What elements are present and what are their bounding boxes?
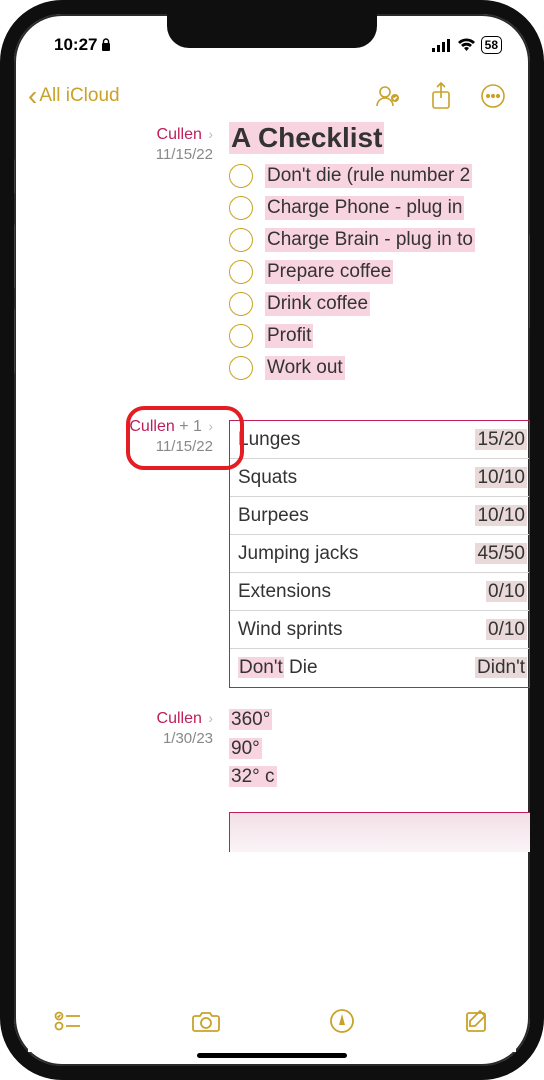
table-partial[interactable] — [229, 812, 530, 852]
markup-icon[interactable] — [329, 1008, 355, 1034]
entry-date: 11/15/22 — [14, 146, 213, 163]
checkbox-icon[interactable] — [229, 324, 253, 348]
wifi-icon — [457, 38, 476, 52]
chevron-left-icon: ‹ — [28, 80, 37, 112]
entry-date: 1/30/23 — [14, 730, 213, 747]
activity-attribution[interactable]: Cullen › 1/30/23 — [14, 706, 229, 852]
checklist-item[interactable]: Work out — [229, 356, 530, 380]
checklist-item[interactable]: Charge Brain - plug in to — [229, 228, 530, 252]
checkbox-icon[interactable] — [229, 260, 253, 284]
activity-attribution-highlighted[interactable]: Cullen + 1 › 11/15/22 — [14, 416, 229, 688]
checklist-item[interactable]: Prepare coffee — [229, 260, 530, 284]
checkbox-icon[interactable] — [229, 356, 253, 380]
checklist-icon[interactable] — [54, 1010, 82, 1032]
chevron-right-icon: › — [208, 710, 213, 726]
chevron-right-icon: › — [208, 418, 213, 434]
table-row[interactable]: Lunges15/20 — [230, 421, 529, 459]
signal-icon — [432, 39, 452, 52]
author-name: Cullen — [129, 418, 174, 435]
home-indicator[interactable] — [197, 1053, 347, 1058]
table-row[interactable]: Jumping jacks45/50 — [230, 535, 529, 573]
battery-indicator: 58 — [481, 36, 502, 54]
table-row[interactable]: Extensions0/10 — [230, 573, 529, 611]
phone-frame: 10:27 58 ‹ All iCloud Cullen › — [0, 0, 544, 1080]
note-heading[interactable]: A Checklist — [229, 122, 384, 154]
note-content: Cullen › 11/15/22 A Checklist Don't die … — [14, 122, 530, 864]
checkbox-icon[interactable] — [229, 228, 253, 252]
additional-editors: + 1 — [179, 418, 202, 435]
checkbox-icon[interactable] — [229, 164, 253, 188]
checklist-item[interactable]: Profit — [229, 324, 530, 348]
checkbox-icon[interactable] — [229, 292, 253, 316]
notch — [167, 14, 377, 48]
author-name: Cullen — [157, 710, 202, 727]
more-icon[interactable] — [480, 83, 506, 109]
chevron-right-icon: › — [208, 126, 213, 142]
table-row[interactable]: Burpees10/10 — [230, 497, 529, 535]
camera-icon[interactable] — [191, 1009, 221, 1033]
workout-table[interactable]: Lunges15/20 Squats10/10 Burpees10/10 Jum… — [229, 420, 530, 688]
status-time: 10:27 — [54, 35, 97, 55]
lock-icon — [101, 38, 111, 52]
checklist: Don't die (rule number 2 Charge Phone - … — [229, 164, 530, 380]
temperature-list[interactable]: 360° 90° 32° c — [229, 706, 530, 792]
table-row[interactable]: Squats10/10 — [230, 459, 529, 497]
checklist-item[interactable]: Drink coffee — [229, 292, 530, 316]
entry-date: 11/15/22 — [14, 438, 213, 455]
author-name: Cullen — [157, 126, 202, 143]
nav-bar: ‹ All iCloud — [14, 62, 530, 122]
checklist-item[interactable]: Don't die (rule number 2 — [229, 164, 530, 188]
back-button[interactable]: ‹ All iCloud — [28, 80, 120, 112]
checkbox-icon[interactable] — [229, 196, 253, 220]
share-icon[interactable] — [430, 82, 452, 110]
checklist-item[interactable]: Charge Phone - plug in — [229, 196, 530, 220]
back-label: All iCloud — [39, 85, 119, 107]
compose-icon[interactable] — [464, 1008, 490, 1034]
activity-attribution[interactable]: Cullen › 11/15/22 — [14, 122, 229, 388]
bottom-toolbar — [28, 998, 516, 1052]
collaborate-icon[interactable] — [374, 84, 402, 108]
table-row[interactable]: Don't DieDidn't — [230, 649, 529, 687]
table-row[interactable]: Wind sprints0/10 — [230, 611, 529, 649]
